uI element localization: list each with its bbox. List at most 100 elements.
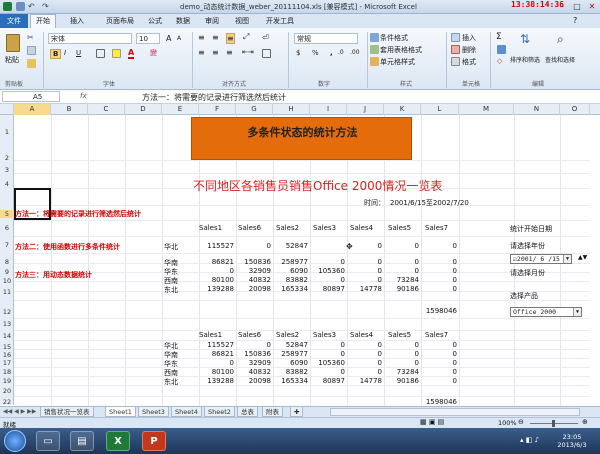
tab-page-layout[interactable]: 页面布局: [106, 16, 134, 26]
help-icon[interactable]: ?: [573, 16, 577, 25]
decrease-decimal-icon[interactable]: .00: [350, 49, 360, 56]
minimize-icon[interactable]: –: [555, 1, 569, 12]
align-middle-icon[interactable]: ≡: [212, 33, 219, 42]
shrink-font-icon[interactable]: A: [177, 35, 181, 42]
italic-button[interactable]: I: [64, 49, 66, 57]
sheet-tab[interactable]: Sheet2: [204, 407, 235, 417]
date-picker[interactable]: ☑2001/ 6 /15 ▼: [510, 254, 572, 264]
align-right-icon[interactable]: ≡: [226, 48, 233, 57]
column-header-b[interactable]: B: [51, 104, 88, 115]
sheet-tab-active[interactable]: Sheet1: [105, 407, 136, 417]
format-cells-button[interactable]: 格式: [462, 57, 476, 67]
row-header[interactable]: 3: [0, 166, 14, 174]
product-select[interactable]: Office 2000 ▼: [510, 307, 582, 317]
row-header[interactable]: 19: [0, 377, 14, 385]
row-header[interactable]: 15: [0, 343, 14, 351]
tab-review[interactable]: 审阅: [205, 16, 219, 26]
close-icon[interactable]: ✕: [585, 1, 599, 12]
align-bottom-icon[interactable]: ≡: [226, 33, 235, 44]
paste-button[interactable]: 粘贴: [5, 55, 19, 65]
conditional-format-button[interactable]: 条件格式: [380, 33, 408, 43]
horizontal-scrollbar[interactable]: [330, 408, 580, 416]
column-header-n[interactable]: N: [514, 104, 560, 115]
autosum-icon[interactable]: Σ: [496, 32, 502, 42]
sort-filter-button[interactable]: 排序和筛选: [510, 55, 540, 64]
font-size-select[interactable]: 10: [136, 33, 160, 44]
sheet-tab[interactable]: Sheet3: [138, 407, 169, 417]
tab-view[interactable]: 视图: [235, 16, 249, 26]
row-header[interactable]: 9: [0, 268, 14, 276]
wrap-text-icon[interactable]: ⏎: [262, 33, 269, 42]
sheet-nav-icon[interactable]: ◀◀ ◀ ▶ ▶▶: [3, 408, 36, 415]
tab-insert[interactable]: 插入: [70, 16, 84, 26]
save-icon[interactable]: [16, 2, 25, 11]
align-top-icon[interactable]: ≡: [198, 33, 205, 42]
tab-formulas[interactable]: 公式: [148, 16, 162, 26]
row-header[interactable]: 2: [0, 154, 14, 162]
row-header[interactable]: 11: [0, 288, 14, 296]
redo-icon[interactable]: ↷: [42, 2, 51, 11]
sheet-tab[interactable]: 总表: [237, 407, 258, 417]
row-header[interactable]: 1: [0, 128, 14, 136]
row-header[interactable]: 13: [0, 320, 14, 328]
zoom-slider-thumb[interactable]: [552, 420, 555, 427]
font-color-icon[interactable]: A: [128, 48, 135, 59]
row-header[interactable]: 6: [0, 224, 14, 232]
sheet-tab[interactable]: 附表: [262, 407, 283, 417]
column-header-e[interactable]: E: [162, 104, 199, 115]
column-header-o[interactable]: O: [560, 104, 590, 115]
name-box[interactable]: A5: [2, 91, 60, 102]
fill-color-icon[interactable]: [112, 49, 121, 58]
powerpoint-taskbar-icon[interactable]: P: [142, 431, 166, 451]
zoom-out-icon[interactable]: ⊖: [518, 418, 524, 426]
column-header-d[interactable]: D: [125, 104, 162, 115]
tab-developer[interactable]: 开发工具: [266, 16, 294, 26]
paste-icon[interactable]: [6, 34, 20, 52]
cut-icon[interactable]: ✂: [27, 33, 36, 42]
grow-font-icon[interactable]: A: [166, 34, 171, 43]
underline-button[interactable]: U: [76, 49, 81, 57]
column-header-j[interactable]: J: [347, 104, 384, 115]
explorer-icon[interactable]: ▭: [36, 431, 60, 451]
orientation-icon[interactable]: ⤢: [243, 32, 249, 42]
start-button-icon[interactable]: [4, 430, 26, 452]
copy-icon[interactable]: [27, 46, 36, 55]
row-header[interactable]: 16: [0, 351, 14, 359]
bold-button[interactable]: B: [50, 49, 62, 59]
folder-icon[interactable]: ▤: [70, 431, 94, 451]
row-header[interactable]: 12: [0, 308, 14, 316]
align-center-icon[interactable]: ≡: [212, 48, 219, 57]
sheet-tab[interactable]: 销售状况一览表: [40, 407, 94, 417]
fill-icon[interactable]: [497, 45, 506, 54]
view-buttons-icon[interactable]: ▦ ▣ ▤: [420, 418, 444, 426]
maximize-icon[interactable]: □: [570, 1, 584, 12]
delete-cells-button[interactable]: 删除: [462, 45, 476, 55]
excel-taskbar-icon[interactable]: X: [106, 431, 130, 451]
column-header-l[interactable]: L: [421, 104, 459, 115]
row-header[interactable]: 10: [0, 277, 14, 285]
insert-sheet-icon[interactable]: ✚: [290, 407, 304, 417]
sort-filter-icon[interactable]: ⇅: [520, 32, 530, 46]
undo-icon[interactable]: ↶: [28, 2, 37, 11]
column-header-a[interactable]: A: [14, 104, 51, 115]
find-select-button[interactable]: 查找和选择: [545, 55, 575, 64]
borders-icon[interactable]: [96, 49, 105, 58]
zoom-in-icon[interactable]: ⊕: [582, 418, 588, 426]
row-header[interactable]: 7: [0, 241, 14, 249]
column-header-h[interactable]: H: [273, 104, 310, 115]
insert-cells-button[interactable]: 插入: [462, 33, 476, 43]
row-header[interactable]: 17: [0, 359, 14, 367]
column-header-m[interactable]: M: [459, 104, 514, 115]
row-header[interactable]: 4: [0, 180, 14, 188]
currency-icon[interactable]: $: [296, 49, 300, 57]
cell-styles-button[interactable]: 单元格样式: [380, 57, 415, 67]
column-header-k[interactable]: K: [384, 104, 421, 115]
percent-icon[interactable]: %: [312, 49, 319, 57]
clear-icon[interactable]: ◇: [497, 57, 502, 65]
row-header[interactable]: 18: [0, 368, 14, 376]
find-select-icon[interactable]: ⌕: [557, 32, 564, 47]
tab-file[interactable]: 文件: [0, 14, 28, 28]
row-header[interactable]: 8: [0, 258, 14, 266]
system-clock[interactable]: 23:05 2013/6/3: [548, 433, 596, 449]
formula-input[interactable]: 方法一：将需要的记录进行筛选然后统计: [142, 92, 286, 103]
